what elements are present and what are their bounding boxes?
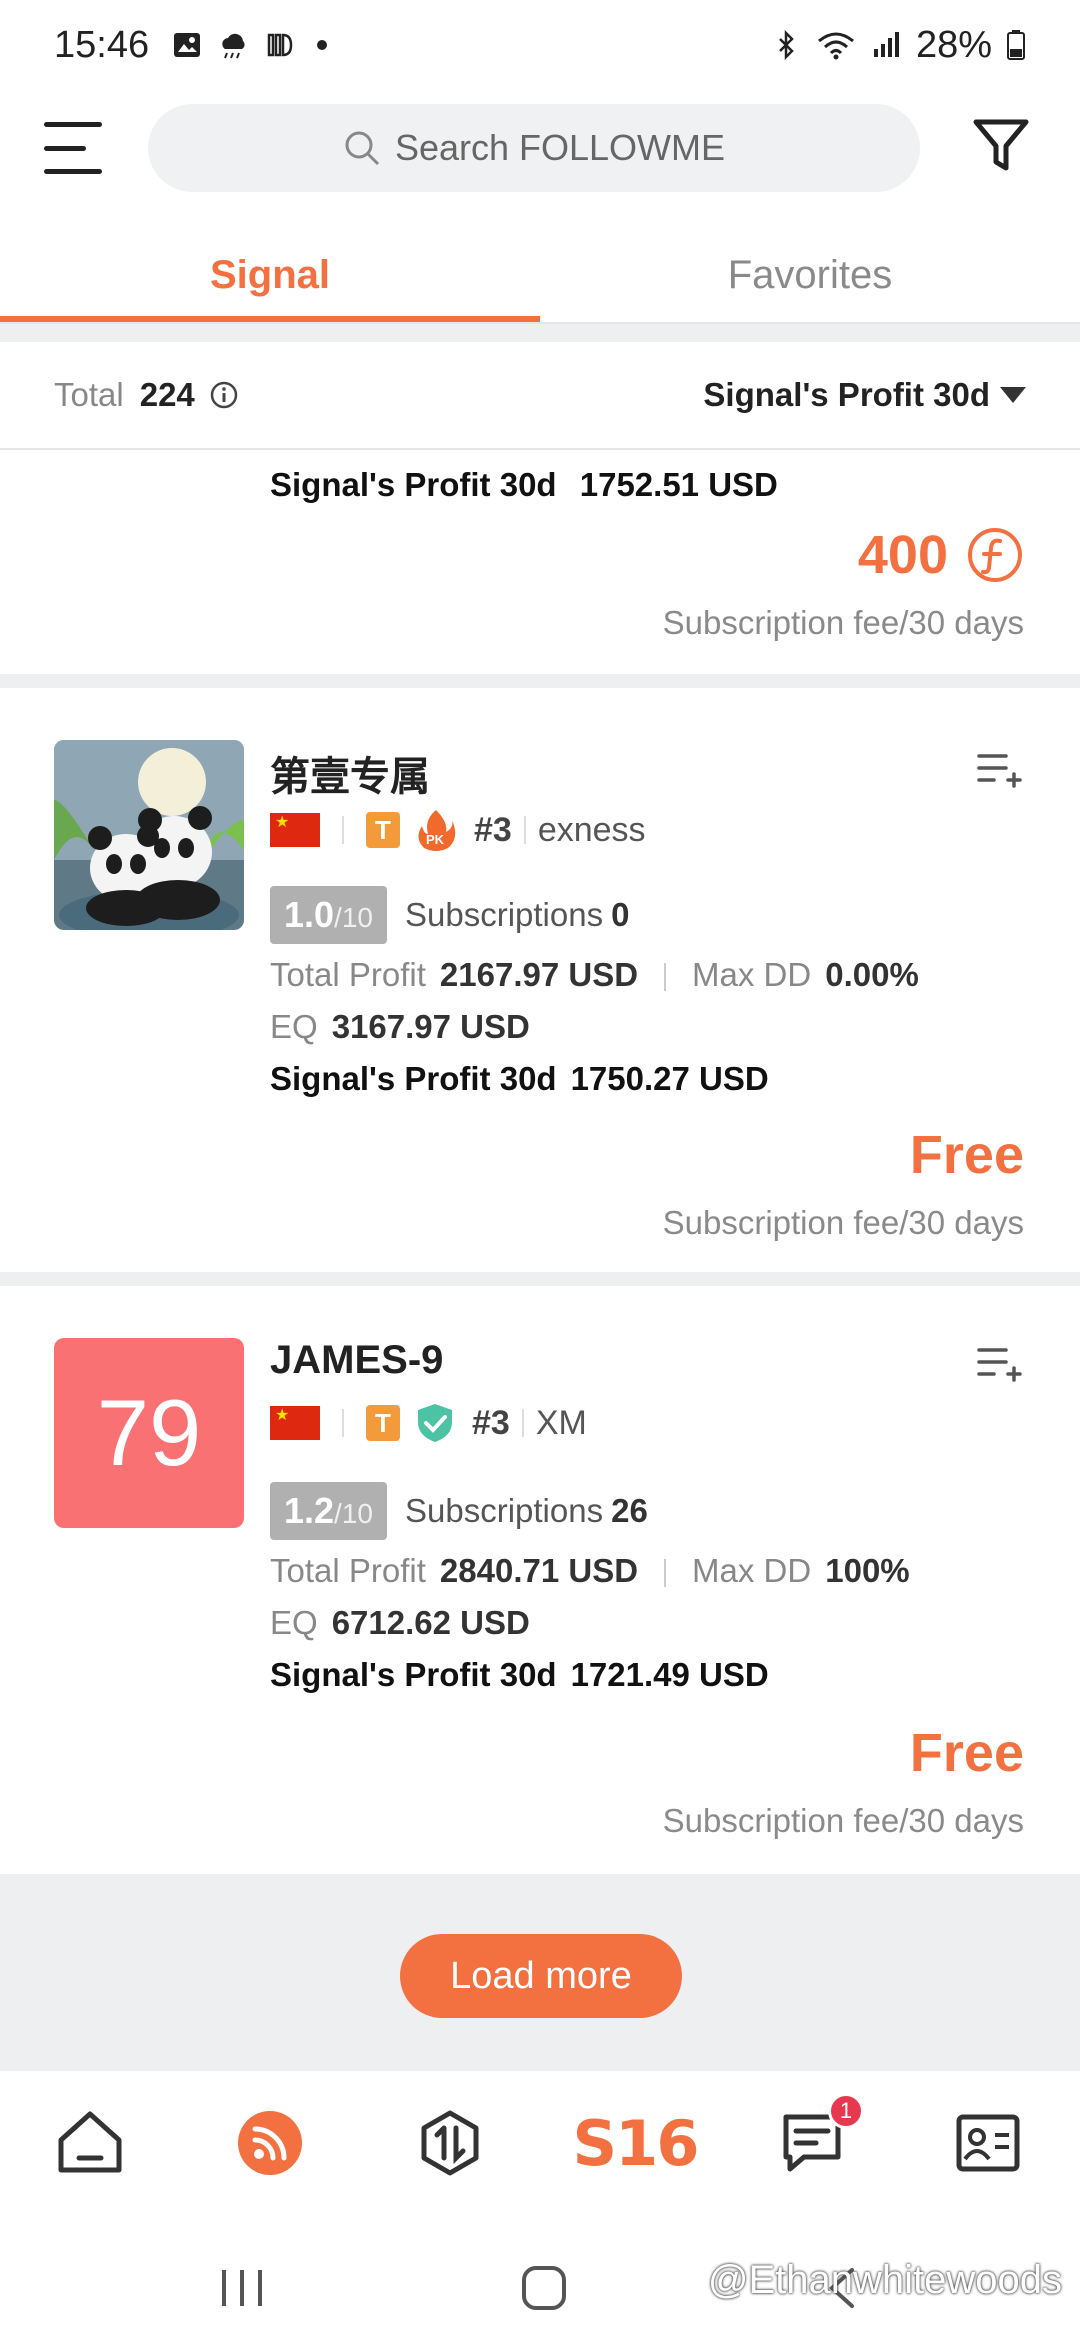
menu-icon[interactable] [44,122,102,174]
add-to-list-icon[interactable] [976,1344,1022,1384]
profile-card-icon[interactable] [952,2107,1024,2179]
rank-label: #3 [474,810,512,849]
svg-text:PK: PK [426,832,445,847]
coin-icon [968,528,1022,582]
broker-name: XM [535,1403,587,1442]
section-gap [0,324,1080,342]
fee-amount: Free [909,1723,1024,1783]
verified-shield-icon [418,1404,452,1442]
profit-row: Total Profit 2167.97 USD Max DD 0.00% [270,956,919,993]
load-more-area: Load more [0,1874,1080,2070]
china-flag-icon: ★ [270,813,320,847]
home-icon[interactable] [54,2107,126,2179]
score-row: 1.0 /10 Subscriptions 0 [270,886,629,944]
battery-icon [1007,30,1025,60]
search-input[interactable]: Search FOLLOWME [148,104,920,192]
home-button-icon[interactable] [520,2264,568,2312]
search-placeholder: Search FOLLOWME [394,127,726,168]
subscriptions: Subscriptions 26 [404,1492,648,1529]
fee-label: Subscription fee/30 days [662,1802,1024,1839]
trader-badge: T [366,1405,400,1441]
more-notifications-dot [317,40,328,50]
rank-label: #3 [472,1403,510,1442]
watermark: @Ethanwhitewoods [707,2258,1062,2302]
china-flag-icon: ★ [270,1406,320,1440]
system-nav-bar: @Ethanwhitewoods [0,2210,1080,2340]
badge-row: ★ T #3 XM [270,1402,587,1444]
signal-name[interactable]: 第壹专属 [270,744,430,802]
eq-row: EQ 3167.97 USD [270,1008,530,1045]
wifi-icon [817,32,854,60]
bluetooth-icon [779,29,794,61]
profit30-row: Signal's Profit 30d 1721.49 USD [270,1656,769,1693]
top-bar: Search FOLLOWME [0,100,1080,196]
profit30-row: Signal's Profit 30d 1750.27 USD [270,1060,769,1097]
fee-amount: 400 [858,524,1024,586]
tab-favorites[interactable]: Favorites [540,230,1080,320]
bottom-nav: S16 1 [0,2070,1080,2210]
avatar-score: 79 [54,1338,244,1528]
subscriptions: Subscriptions 0 [404,896,630,933]
total-count: 224 [139,376,195,413]
messages-icon[interactable]: 1 [776,2093,864,2179]
load-more-button[interactable]: Load more [400,1934,682,2018]
tab-bar: Signal Favorites [0,230,1080,324]
profit-row: Total Profit 2840.71 USD Max DD 100% [270,1552,910,1589]
trader-badge: T [366,812,400,848]
total-label: Total [54,376,124,413]
signal-icon [873,32,899,57]
pk-fire-icon: PK [418,810,456,851]
status-bar: 15:46 28% [0,0,1080,90]
caret-down-icon [1000,387,1026,403]
feed-icon[interactable] [234,2107,306,2179]
score-box: 1.2 /10 [270,1482,387,1540]
add-to-list-icon[interactable] [976,750,1022,790]
summary-bar: Total 224 Signal's Profit 30d [0,342,1080,450]
broker-name: exness [537,810,646,849]
s16-event-icon[interactable]: S16 [573,2107,700,2180]
messages-badge: 1 [828,2093,864,2129]
gallery-icon [174,33,201,57]
section-gap [0,674,1080,688]
signal-card-partial[interactable]: Signal's Profit 30d 1752.51 USD 400 Subs… [0,452,1080,674]
trade-icon[interactable] [414,2107,486,2179]
badge-row: ★ T PK #3 exness [270,808,646,852]
fee-label: Subscription fee/30 days [662,1204,1024,1241]
signal-card[interactable]: 第壹专属 ★ T PK #3 exness 1.0 /10 Subscripti… [0,688,1080,1272]
section-gap [0,1272,1080,1286]
app-notification-icon [267,33,293,57]
eq-row: EQ 6712.62 USD [270,1604,530,1641]
info-icon[interactable] [209,380,239,410]
sort-label: Signal's Profit 30d [703,376,990,413]
battery-percent: 28% [915,23,992,66]
weather-icon [222,33,245,59]
sort-dropdown[interactable]: Signal's Profit 30d [703,376,1026,414]
filter-icon[interactable] [970,114,1032,176]
signal-name[interactable]: JAMES-9 [270,1338,443,1383]
score-row: 1.2 /10 Subscriptions 26 [270,1482,648,1540]
fee-label: Subscription fee/30 days [662,604,1024,641]
status-time: 15:46 [54,23,150,66]
tab-signal[interactable]: Signal [0,230,540,320]
fee-amount: Free [909,1125,1024,1185]
search-icon [345,131,380,166]
score-box: 1.0 /10 [270,886,387,944]
recent-apps-icon[interactable] [218,2266,266,2310]
profit30-row: Signal's Profit 30d 1752.51 USD [270,466,778,503]
signal-card[interactable]: 79 JAMES-9 ★ T #3 XM 1.2 /10 Subscriptio… [0,1286,1080,1866]
avatar [54,740,244,930]
